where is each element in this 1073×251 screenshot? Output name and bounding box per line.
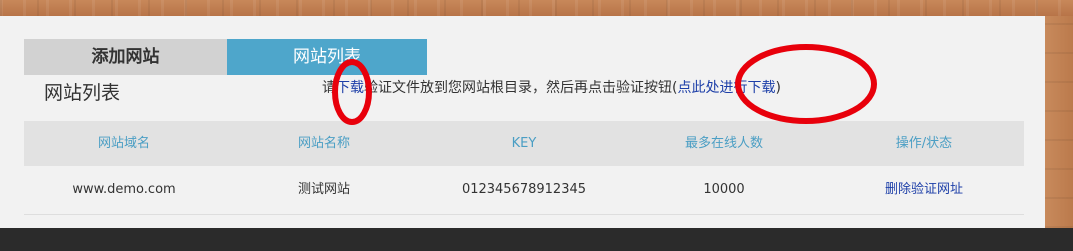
- wood-side-border: [1045, 16, 1073, 228]
- tab-add-site[interactable]: 添加网站: [24, 39, 227, 75]
- header-max-online: 最多在线人数: [684, 136, 763, 151]
- footer-bar: [0, 228, 1073, 251]
- verification-notice: 请下载验证文件放到您网站根目录，然后再点击验证按钮(点此处进行下载): [322, 78, 781, 98]
- table-header: 网站域名 网站名称 KEY 最多在线人数 操作/状态: [24, 121, 1024, 166]
- header-name: 网站名称: [297, 136, 350, 151]
- header-key: KEY: [511, 136, 537, 151]
- header-actions: 操作/状态: [895, 136, 953, 151]
- notice-close-paren: ): [775, 80, 781, 96]
- table-row: www.demo.com 测试网站 012345678912345 10000 …: [24, 166, 1024, 215]
- notice-middle: 验证文件放到您网站根目录，然后再点击验证按钮: [364, 80, 672, 96]
- cell-key: 012345678912345: [461, 182, 587, 197]
- site-table: 网站域名 网站名称 KEY 最多在线人数 操作/状态 www.demo.com …: [24, 121, 1024, 215]
- header-domain: 网站域名: [97, 136, 150, 151]
- verify-url-link[interactable]: 验证网址: [911, 182, 963, 197]
- click-here-download-link[interactable]: 点此处进行下载: [677, 80, 775, 96]
- cell-actions: 删除验证网址: [824, 166, 1024, 214]
- tab-site-list[interactable]: 网站列表: [227, 39, 427, 75]
- section-title: 网站列表: [44, 82, 121, 104]
- cell-domain: www.demo.com: [72, 182, 176, 197]
- notice-prefix: 请: [322, 80, 336, 96]
- cell-name: 测试网站: [297, 182, 350, 197]
- delete-link[interactable]: 删除: [885, 182, 911, 197]
- cell-max-online: 10000: [703, 182, 745, 197]
- download-link[interactable]: 下载: [336, 80, 364, 96]
- wood-header-border: [0, 0, 1073, 16]
